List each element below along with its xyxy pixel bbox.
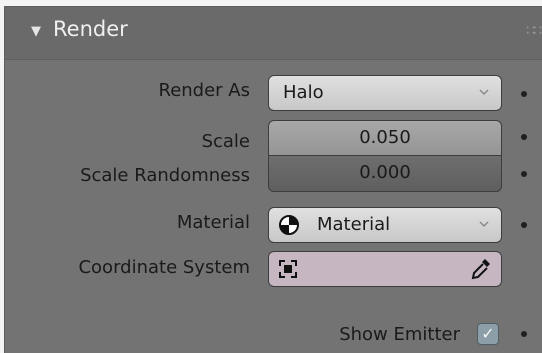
animate-property-dot[interactable] xyxy=(521,134,527,140)
chevron-down-icon xyxy=(477,217,491,231)
scale-label: Scale xyxy=(201,131,250,152)
material-value: Material xyxy=(317,214,391,235)
scale-field[interactable]: 0.050 xyxy=(268,120,502,156)
eyedropper-icon[interactable] xyxy=(469,256,493,282)
coordinate-system-field[interactable] xyxy=(268,251,502,287)
animate-property-dot[interactable] xyxy=(521,331,527,337)
animate-property-dot[interactable] xyxy=(521,222,527,228)
material-sphere-icon xyxy=(279,215,299,235)
drag-handle-icon[interactable]: ∷∷ xyxy=(526,23,542,39)
collapse-arrow-icon[interactable]: ▼ xyxy=(31,24,41,39)
scale-randomness-field[interactable]: 0.000 xyxy=(268,156,502,192)
chevron-down-icon xyxy=(477,85,491,99)
coordinate-system-label: Coordinate System xyxy=(78,257,250,278)
panel-title: Render xyxy=(53,17,128,41)
show-emitter-checkbox[interactable]: ✓ xyxy=(477,323,499,345)
panel-header[interactable]: ▼ Render ∷∷ xyxy=(5,7,542,60)
render-panel: ▼ Render ∷∷ Render As Halo Scale 0.050 S… xyxy=(4,6,542,353)
animate-property-dot[interactable] xyxy=(521,91,527,97)
animate-property-dot[interactable] xyxy=(521,171,527,177)
render-as-dropdown[interactable]: Halo xyxy=(268,75,502,111)
show-emitter-label: Show Emitter xyxy=(339,324,460,345)
render-as-value: Halo xyxy=(283,82,324,103)
render-as-label: Render As xyxy=(158,80,251,101)
object-icon xyxy=(279,260,297,278)
material-dropdown[interactable]: Material xyxy=(268,207,502,243)
material-label: Material xyxy=(176,212,250,233)
scale-randomness-label: Scale Randomness xyxy=(80,165,250,186)
